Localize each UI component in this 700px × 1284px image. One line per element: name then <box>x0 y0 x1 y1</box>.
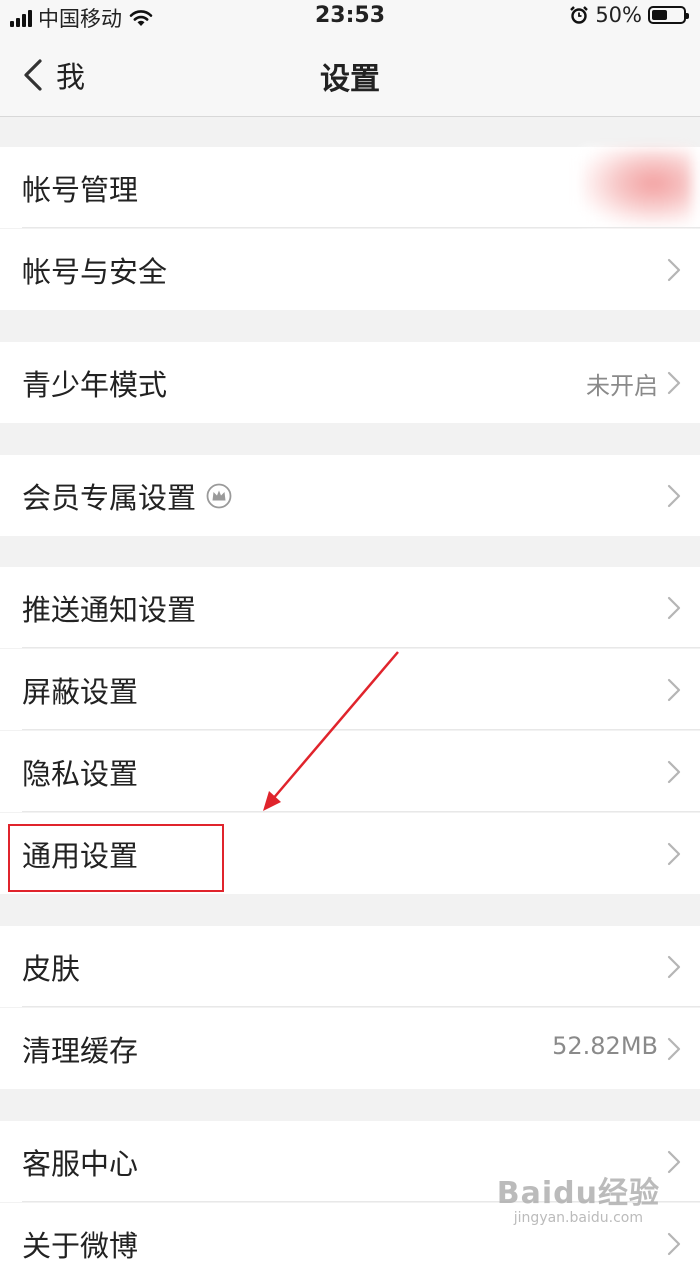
highlight-box <box>8 824 224 892</box>
row-label: 青少年模式 <box>22 368 168 402</box>
row-account-security[interactable]: 帐号与安全 <box>0 229 700 310</box>
chevron-right-icon <box>667 371 681 395</box>
chevron-right-icon <box>667 678 681 702</box>
cache-size: 52.82MB <box>552 1032 658 1060</box>
row-push-notification-settings[interactable]: 推送通知设置 <box>0 567 700 648</box>
row-label: 关于微博 <box>22 1229 139 1263</box>
row-label: 清理缓存 <box>22 1034 139 1068</box>
battery-level <box>652 10 667 20</box>
chevron-right-icon <box>667 1232 681 1256</box>
divider <box>22 1006 700 1007</box>
page-title: 设置 <box>320 62 380 97</box>
row-teen-mode[interactable]: 青少年模式 未开启 <box>0 342 700 423</box>
avatar <box>582 149 692 225</box>
chevron-right-icon <box>667 842 681 866</box>
chevron-right-icon <box>667 955 681 979</box>
chevron-right-icon <box>667 760 681 784</box>
row-clear-cache[interactable]: 清理缓存 52.82MB <box>0 1008 700 1089</box>
row-account-management[interactable]: 帐号管理 <box>0 147 700 228</box>
row-privacy-settings[interactable]: 隐私设置 <box>0 731 700 812</box>
chevron-right-icon <box>667 596 681 620</box>
row-label: 推送通知设置 <box>22 593 197 627</box>
chevron-right-icon <box>667 1037 681 1061</box>
chevron-right-icon <box>667 484 681 508</box>
watermark-subtitle: jingyan.baidu.com <box>513 1210 643 1226</box>
watermark-logo: Baidu经验 jingyan.baidu.com <box>497 1168 660 1226</box>
divider <box>22 647 700 648</box>
chevron-right-icon <box>667 1150 681 1174</box>
row-label: 隐私设置 <box>22 757 139 791</box>
watermark-title: Baidu经验 <box>496 1176 660 1211</box>
divider <box>22 227 700 228</box>
crown-icon <box>206 483 232 509</box>
row-label: 帐号管理 <box>22 173 139 207</box>
row-label-wrap: 会员专属设置 <box>22 475 232 517</box>
row-label: 帐号与安全 <box>22 255 168 289</box>
row-block-settings[interactable]: 屏蔽设置 <box>0 649 700 730</box>
divider <box>22 729 700 730</box>
status-bar: 中国移动 23:53 50% <box>0 0 700 32</box>
row-label: 客服中心 <box>22 1147 139 1181</box>
alarm-clock-icon <box>570 6 589 24</box>
row-skin[interactable]: 皮肤 <box>0 926 700 1007</box>
row-label: 屏蔽设置 <box>22 675 139 709</box>
teen-mode-status: 未开启 <box>586 372 658 400</box>
status-right: 50% <box>569 3 689 27</box>
row-member-settings[interactable]: 会员专属设置 <box>0 455 700 536</box>
row-label: 皮肤 <box>22 952 81 986</box>
chevron-right-icon <box>667 258 681 282</box>
navigation-bar: 我 设置 <box>0 32 700 117</box>
row-label: 会员专属设置 <box>22 481 197 515</box>
battery-icon <box>648 6 689 24</box>
battery-percent: 50% <box>595 3 642 27</box>
divider <box>22 811 700 812</box>
